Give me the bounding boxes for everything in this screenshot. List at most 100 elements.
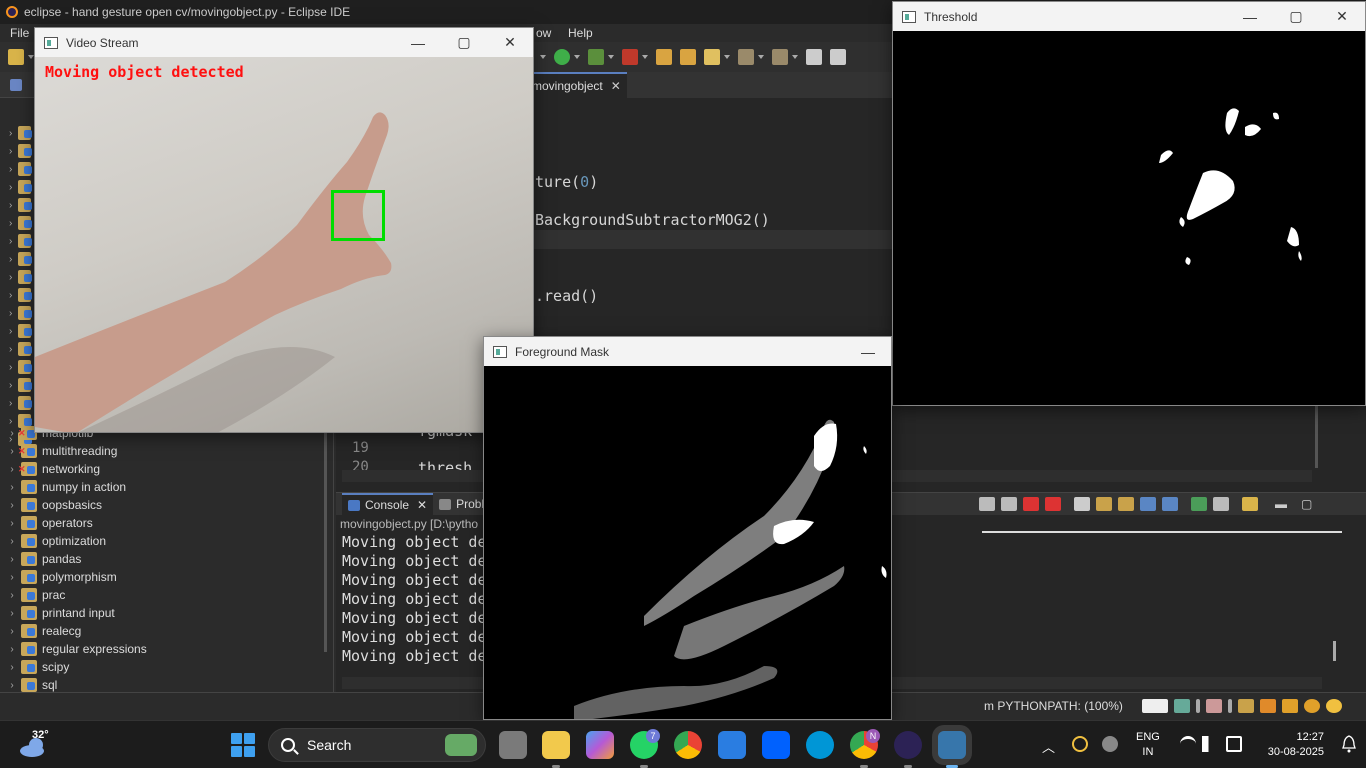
terminate-icon[interactable]	[1023, 497, 1039, 511]
expand-arrow-icon[interactable]: ›	[6, 662, 18, 673]
project-tree-item[interactable]: › prac	[0, 586, 320, 604]
forward-icon[interactable]	[830, 49, 846, 65]
debug-icon[interactable]	[622, 49, 638, 65]
expand-arrow-icon[interactable]: ›	[6, 572, 18, 583]
minimize-button[interactable]: —	[1227, 2, 1273, 31]
close-button[interactable]: ✕	[1319, 2, 1365, 31]
project-tree-item[interactable]: › scipy	[0, 658, 320, 676]
project-tree-item[interactable]: › numpy in action	[0, 478, 320, 496]
taskbar-search[interactable]: Search	[268, 728, 486, 762]
task-view-icon[interactable]	[499, 731, 527, 759]
tree-row[interactable]: ›	[0, 340, 36, 358]
chrome-icon[interactable]	[674, 731, 702, 759]
expand-arrow-icon[interactable]: ›	[6, 518, 18, 529]
expand-arrow-icon[interactable]: ›	[6, 626, 18, 637]
pencil-icon[interactable]	[704, 49, 720, 65]
project-tree-item[interactable]: › networking	[0, 460, 320, 478]
minimize-view-icon[interactable]: ▬	[1275, 497, 1287, 511]
close-tab-icon[interactable]: ✕	[611, 79, 621, 93]
prev-annotation-dropdown-icon[interactable]	[792, 55, 798, 59]
pencil-dropdown-icon[interactable]	[724, 55, 730, 59]
pencil-icon[interactable]	[1282, 699, 1298, 713]
notification-bell-icon[interactable]	[1342, 735, 1356, 753]
next-annotation-icon[interactable]	[738, 49, 754, 65]
toolbar-caret-icon[interactable]	[540, 55, 546, 59]
tree-row[interactable]: ›	[0, 160, 36, 178]
dropbox-icon[interactable]	[762, 731, 790, 759]
remove-all-icon[interactable]	[1001, 497, 1017, 511]
external-tools-icon[interactable]	[588, 49, 604, 65]
tree-row[interactable]: ›	[0, 196, 36, 214]
maximize-button[interactable]: ▢	[1273, 2, 1319, 31]
show-stdout-icon[interactable]	[1118, 497, 1134, 511]
display-console-icon[interactable]	[1191, 497, 1207, 511]
tree-row[interactable]: ›	[0, 250, 36, 268]
open-type-icon[interactable]	[680, 49, 696, 65]
terminate-all-icon[interactable]	[1045, 497, 1061, 511]
taskbar-clock[interactable]: 12:27 30-08-2025	[1258, 730, 1324, 760]
expand-arrow-icon[interactable]: ›	[6, 554, 18, 565]
pin-console-icon[interactable]	[1162, 497, 1178, 511]
threshold-window[interactable]: Threshold — ▢ ✕	[892, 1, 1366, 406]
expand-arrow-icon[interactable]: ›	[6, 590, 18, 601]
expand-arrow-icon[interactable]: ›	[6, 644, 18, 655]
expand-arrow-icon[interactable]: ›	[6, 464, 18, 475]
tree-row[interactable]: ›	[0, 178, 36, 196]
volume-icon[interactable]	[1202, 736, 1218, 752]
tree-row[interactable]: ›	[0, 394, 36, 412]
foreground-mask-titlebar[interactable]: Foreground Mask —	[484, 337, 891, 366]
tree-row[interactable]: ›	[0, 124, 36, 142]
foreground-mask-window[interactable]: Foreground Mask —	[483, 336, 892, 720]
expand-arrow-icon[interactable]: ›	[6, 482, 18, 493]
next-annotation-dropdown-icon[interactable]	[758, 55, 764, 59]
minimize-button[interactable]: —	[845, 337, 891, 366]
project-tree-item[interactable]: › oopsbasics	[0, 496, 320, 514]
tree-row[interactable]: ›	[0, 286, 36, 304]
show-stderr-icon[interactable]	[1140, 497, 1156, 511]
video-stream-titlebar[interactable]: Video Stream — ▢ ✕	[35, 28, 533, 57]
console-vertical-scrollbar[interactable]	[1333, 641, 1336, 661]
prev-annotation-icon[interactable]	[772, 49, 788, 65]
expand-arrow-icon[interactable]: ›	[6, 680, 18, 691]
close-tab-icon[interactable]: ✕	[417, 498, 427, 512]
book-icon[interactable]	[1238, 699, 1254, 713]
tree-row[interactable]: ›	[0, 268, 36, 286]
onedrive-tray-icon[interactable]	[1102, 736, 1118, 752]
eclipse-taskbar-icon[interactable]	[894, 731, 922, 759]
editor-tab-movingobject[interactable]: movingobject ✕	[526, 72, 627, 98]
video-stream-window[interactable]: Video Stream — ▢ ✕ Moving object detecte…	[34, 27, 534, 433]
project-tree-item[interactable]: › realecg	[0, 622, 320, 640]
project-tree-item[interactable]: › multithreading	[0, 442, 320, 460]
build-icon[interactable]	[1174, 699, 1190, 713]
lightbulb-icon[interactable]	[1326, 699, 1342, 713]
expand-arrow-icon[interactable]: ›	[6, 428, 18, 439]
tab-console[interactable]: Console ✕	[342, 493, 434, 515]
heap-icon[interactable]	[1142, 699, 1168, 713]
show-hidden-icons-icon[interactable]: ︿	[1042, 737, 1055, 756]
tab-problems[interactable]: Probl	[433, 493, 490, 515]
menu-help[interactable]: Help	[558, 26, 603, 40]
tree-row[interactable]: ›	[0, 322, 36, 340]
project-tree-item[interactable]: › regular expressions	[0, 640, 320, 658]
maximize-view-icon[interactable]: ▢	[1301, 497, 1312, 511]
minimize-button[interactable]: —	[395, 28, 441, 57]
threshold-titlebar[interactable]: Threshold — ▢ ✕	[893, 2, 1365, 31]
close-button[interactable]: ✕	[487, 28, 533, 57]
run-dropdown-icon[interactable]	[574, 55, 580, 59]
weather-temperature[interactable]: 32°	[32, 729, 49, 741]
debug-dropdown-icon[interactable]	[642, 55, 648, 59]
project-tree-item[interactable]: › optimization	[0, 532, 320, 550]
code-line[interactable]: BackgroundSubtractorMOG2()	[535, 211, 770, 229]
tree-row[interactable]: ›	[0, 304, 36, 322]
hp-icon[interactable]	[806, 731, 834, 759]
file-explorer-icon[interactable]	[542, 731, 570, 759]
tree-row[interactable]: ›	[0, 142, 36, 160]
wifi-icon[interactable]	[1180, 736, 1196, 752]
open-console-icon[interactable]	[1213, 497, 1229, 511]
tree-row[interactable]: ›	[0, 232, 36, 250]
expand-arrow-icon[interactable]: ›	[6, 446, 18, 457]
copilot-icon[interactable]	[586, 731, 614, 759]
tree-row[interactable]: ›	[0, 358, 36, 376]
expand-arrow-icon[interactable]: ›	[6, 500, 18, 511]
project-tree-item[interactable]: › polymorphism	[0, 568, 320, 586]
